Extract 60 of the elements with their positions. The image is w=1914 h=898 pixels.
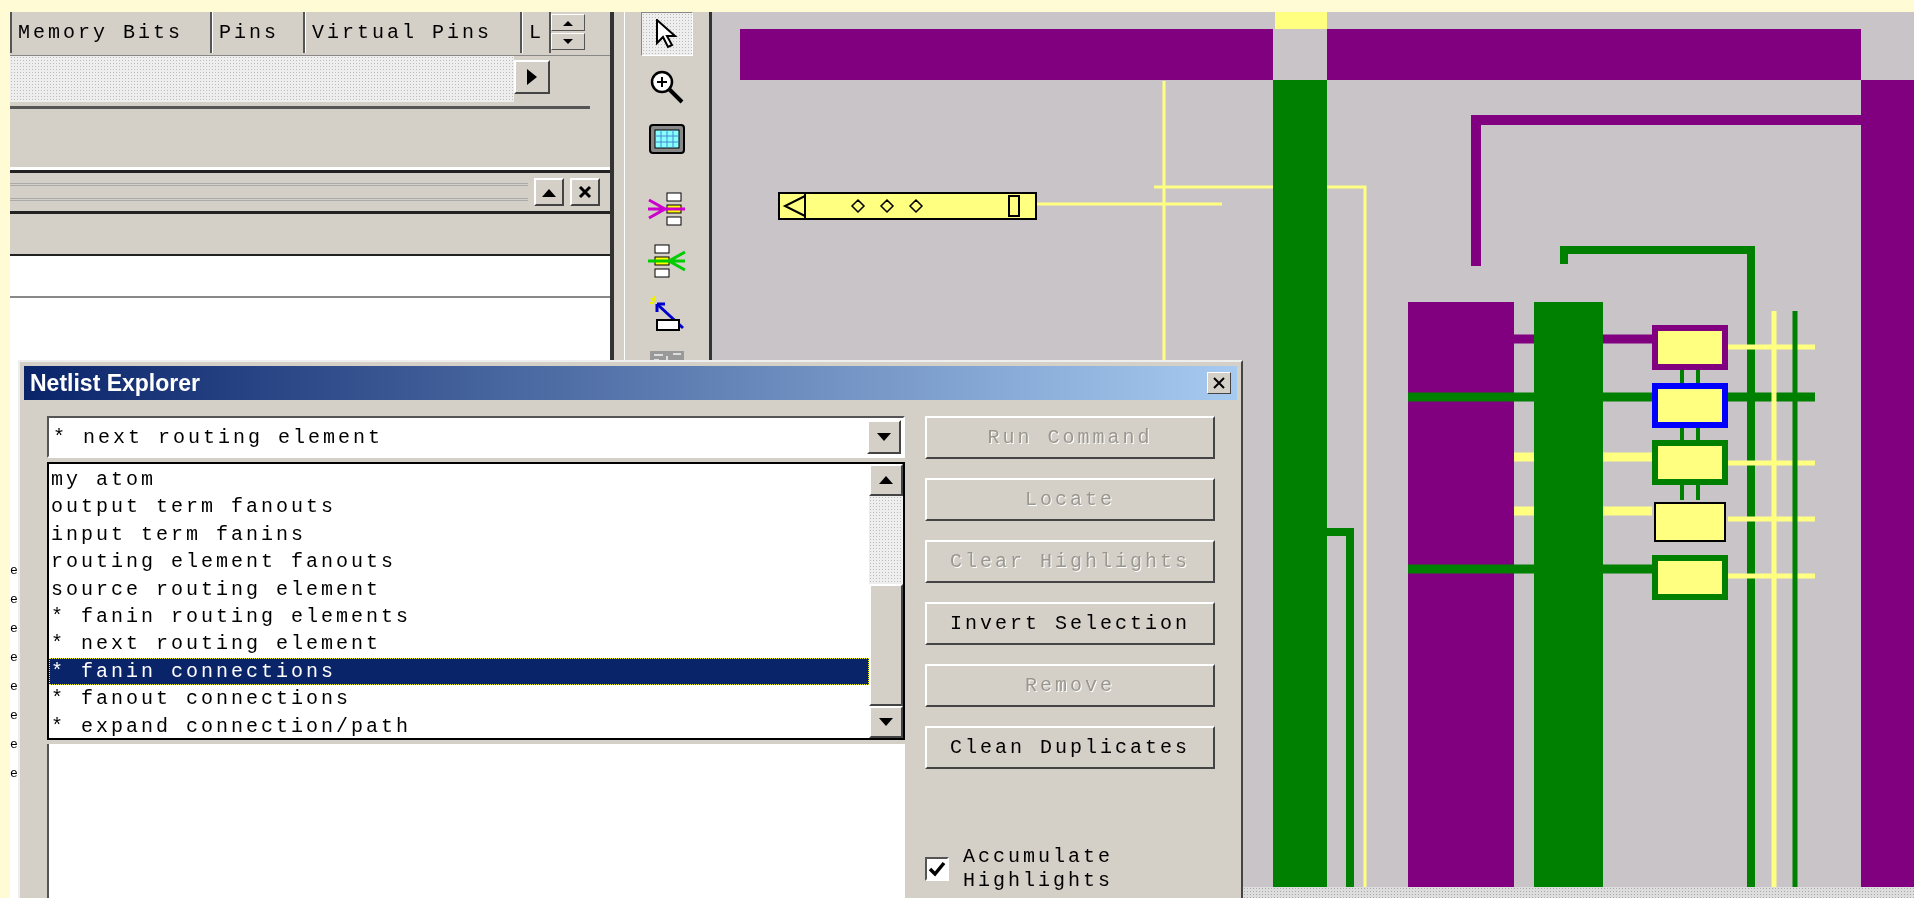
logic-cell[interactable] — [1652, 440, 1728, 485]
cut-text: e — [10, 765, 18, 783]
close-icon — [1213, 377, 1225, 389]
cut-text: e — [10, 649, 18, 667]
column-header[interactable]: Virtual Pins — [305, 12, 522, 53]
scroll-up-button[interactable] — [869, 464, 903, 496]
logic-cell[interactable] — [1652, 383, 1728, 428]
column-header[interactable]: Memory Bits — [10, 12, 212, 53]
caret-icon — [877, 433, 891, 441]
down-arrow-icon — [879, 718, 893, 726]
checkbox[interactable] — [925, 857, 949, 881]
logic-cell[interactable] — [1652, 325, 1728, 370]
command-item[interactable]: my atom — [49, 466, 869, 494]
pointer-icon — [654, 19, 680, 49]
up-arrow-icon — [563, 19, 573, 26]
scroll-right-button[interactable] — [514, 60, 550, 94]
query-dropdown[interactable]: * next routing element — [47, 416, 905, 458]
command-item[interactable]: input term fanins — [49, 520, 869, 549]
fanout-icon — [647, 244, 687, 278]
command-item[interactable]: * expand connection/path — [49, 712, 869, 740]
scroll-down-button[interactable] — [869, 706, 903, 738]
cut-text: e — [10, 620, 18, 638]
cut-text: e — [10, 591, 18, 609]
command-button[interactable]: Clean Duplicates — [925, 726, 1215, 769]
command-item[interactable]: output term fanouts — [49, 493, 869, 521]
screen-icon — [649, 124, 685, 154]
command-item[interactable]: * fanout connections — [49, 685, 869, 713]
wand-icon — [647, 294, 687, 332]
dialog-title: Netlist Explorer — [30, 369, 200, 397]
close-icon[interactable] — [570, 178, 600, 206]
cut-text: e — [10, 678, 18, 696]
command-item[interactable]: source routing element — [49, 575, 869, 603]
right-arrow-icon — [526, 69, 538, 85]
column-header[interactable]: Pins — [212, 12, 305, 53]
up-arrow-icon — [542, 187, 556, 197]
scroll-down-button[interactable] — [551, 33, 585, 50]
fanin-icon — [647, 192, 687, 226]
checkbox-label[interactable]: Accumulate Highlights — [963, 845, 1113, 893]
maximize-button[interactable] — [534, 178, 564, 206]
pointer-tool-button[interactable] — [641, 12, 693, 56]
command-item[interactable]: routing element fanouts — [49, 548, 869, 576]
down-arrow-icon — [563, 38, 573, 45]
command-button[interactable]: Invert Selection — [925, 602, 1215, 645]
dropdown-button[interactable] — [867, 420, 901, 454]
scroll-up-button[interactable] — [551, 14, 585, 31]
close-button[interactable] — [1207, 372, 1231, 394]
cut-text: e — [10, 562, 18, 580]
command-item[interactable]: * fanin connections — [49, 657, 869, 686]
logic-cell[interactable] — [1652, 555, 1728, 600]
up-arrow-icon — [879, 476, 893, 484]
cut-text: e — [10, 707, 18, 725]
scrollbar-thumb[interactable] — [869, 584, 903, 706]
logic-cell[interactable] — [1654, 502, 1726, 542]
panel-grip[interactable] — [10, 183, 528, 201]
command-item[interactable]: * next routing element — [49, 630, 869, 658]
cut-text: e — [10, 736, 18, 754]
command-item[interactable]: * fanin routing elements — [49, 602, 869, 631]
node-symbol[interactable] — [778, 192, 1037, 220]
zoom-icon — [649, 69, 685, 105]
scrollbar-track[interactable] — [10, 56, 514, 102]
